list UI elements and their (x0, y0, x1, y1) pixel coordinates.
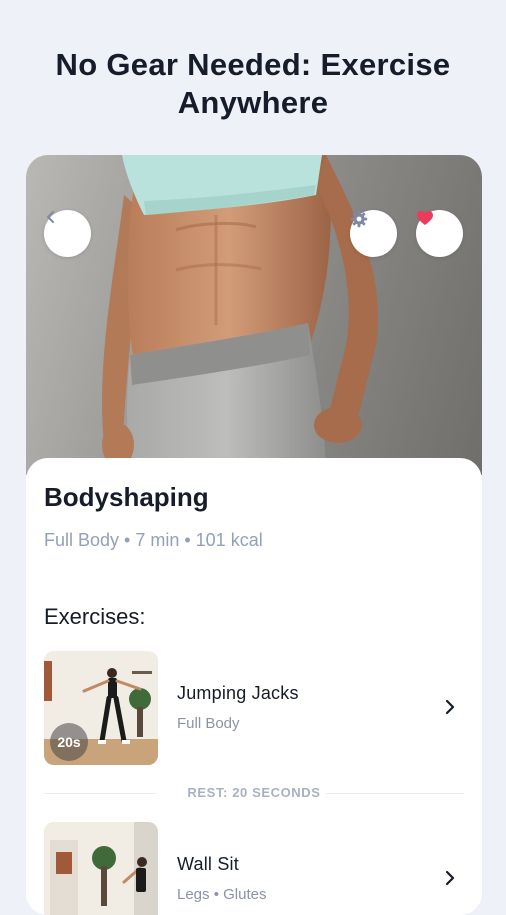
divider-line (326, 793, 464, 794)
workout-card: Bodyshaping Full Body • 7 min • 101 kcal… (26, 155, 482, 915)
chevron-right-icon (440, 866, 460, 890)
page-headline: No Gear Needed: Exercise Anywhere (0, 46, 506, 122)
exercise-name: Jumping Jacks (177, 683, 299, 703)
hero-image (26, 155, 482, 475)
workout-meta: Full Body • 7 min • 101 kcal (44, 530, 263, 550)
exercise-muscle-group: Full Body (177, 715, 240, 732)
duration-badge: 20s (50, 723, 88, 761)
exercise-thumbnail-illustration (44, 822, 158, 915)
exercise-name: Wall Sit (177, 854, 239, 874)
exercise-item-wall-sit[interactable]: Wall Sit Legs • Glutes (44, 822, 464, 915)
rest-divider: REST: 20 SECONDS (44, 783, 464, 803)
exercise-thumbnail (44, 822, 158, 915)
headline-line-2: Anywhere (177, 85, 329, 120)
back-button[interactable] (44, 210, 91, 257)
favorite-button[interactable] (416, 210, 463, 257)
exercises-heading: Exercises: (44, 604, 146, 629)
exercise-item-jumping-jacks[interactable]: 20s Jumping Jacks Full Body (44, 651, 464, 767)
workout-details-sheet: Bodyshaping Full Body • 7 min • 101 kcal… (26, 458, 482, 915)
workout-title: Bodyshaping (44, 482, 209, 512)
exercise-muscle-group: Legs • Glutes (177, 886, 267, 903)
exercise-thumbnail: 20s (44, 651, 158, 765)
settings-button[interactable] (350, 210, 397, 257)
chevron-right-icon (440, 695, 460, 719)
hero-photo-illustration (102, 155, 378, 475)
headline-line-1: No Gear Needed: Exercise (55, 47, 451, 82)
